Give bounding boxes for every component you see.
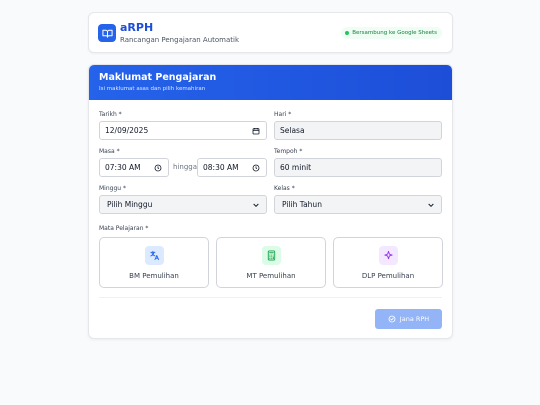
check-circle-icon [388,315,396,323]
chevron-down-icon [253,203,259,208]
day-field: Selasa [274,121,442,140]
calendar-icon[interactable] [252,127,260,135]
time-separator: hingga [173,163,197,171]
status-dot-icon [345,31,350,35]
start-time-value: 07:30 AM [105,163,141,172]
translate-icon [145,246,164,265]
duration-value: 60 minit [280,163,312,172]
class-selected-value: Pilih Tahun [282,200,322,209]
sparkle-icon [379,246,398,265]
connection-status-badge: Bersambung ke Google Sheets [341,27,442,39]
date-input[interactable]: 12/09/2025 [99,121,267,140]
kelas-label: Kelas * [274,185,295,192]
duration-field: 60 minit [274,158,442,177]
chevron-down-icon [428,203,434,208]
clock-icon[interactable] [252,164,260,172]
card-title: Maklumat Pengajaran [99,72,217,83]
generate-rph-button[interactable]: Jana RPH [375,309,442,329]
calculator-icon [262,246,281,265]
day-value: Selasa [280,126,305,135]
tarikh-label: Tarikh * [99,111,122,118]
week-selected-value: Pilih Minggu [107,200,153,209]
subject-name: MT Pemulihan [246,272,296,280]
book-icon [98,24,116,42]
subject-card-mt[interactable]: MT Pemulihan [216,237,326,288]
hari-label: Hari * [274,111,292,118]
generate-button-label: Jana RPH [399,314,430,323]
subject-card-bm[interactable]: BM Pemulihan [99,237,209,288]
connection-status-text: Bersambung ke Google Sheets [352,30,437,36]
masa-label: Masa * [99,148,120,155]
minggu-label: Minggu * [99,185,126,192]
form-divider [99,297,442,298]
subject-name: BM Pemulihan [129,272,179,280]
subject-card-dlp[interactable]: DLP Pemulihan [333,237,443,288]
subject-name: DLP Pemulihan [361,272,415,280]
date-value: 12/09/2025 [105,126,149,135]
card-subtitle: Isi maklumat asas dan pilih kemahiran [99,86,206,92]
tempoh-label: Tempoh * [274,148,303,155]
teaching-info-card: Maklumat Pengajaran Isi maklumat asas da… [88,64,453,339]
subjects-label: Mata Pelajaran * [99,225,149,232]
clock-icon[interactable] [154,164,162,172]
app-subtitle: Rancangan Pengajaran Automatik [120,36,240,44]
app-title: aRPH [120,21,154,34]
card-header: Maklumat Pengajaran Isi maklumat asas da… [89,65,452,100]
week-select[interactable]: Pilih Minggu [99,195,267,214]
end-time-input[interactable]: 08:30 AM [197,158,267,177]
class-select[interactable]: Pilih Tahun [274,195,442,214]
end-time-value: 08:30 AM [203,163,239,172]
start-time-input[interactable]: 07:30 AM [99,158,169,177]
app-header: aRPH Rancangan Pengajaran Automatik Bers… [88,12,453,53]
